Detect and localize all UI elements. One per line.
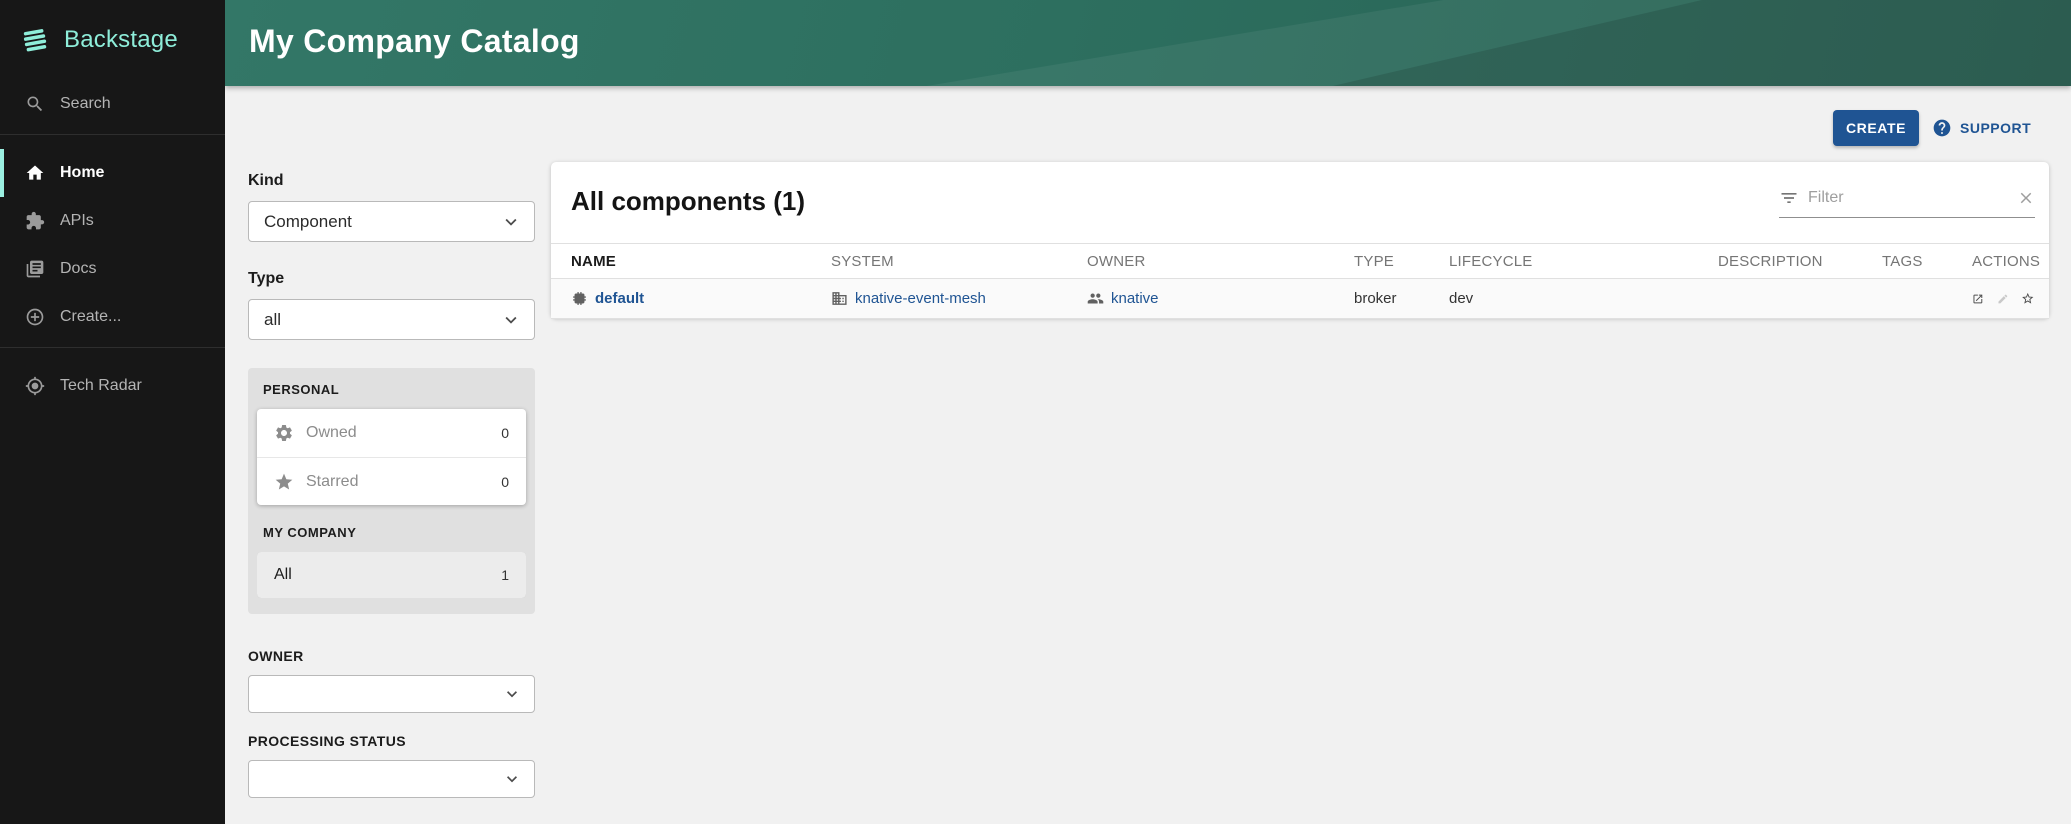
star-icon xyxy=(274,472,294,492)
column-header-type[interactable]: TYPE xyxy=(1354,244,1449,279)
star-outline-icon[interactable] xyxy=(2021,287,2035,310)
business-icon xyxy=(831,290,848,307)
sidebar-item-apis[interactable]: APIs xyxy=(0,197,225,245)
sidebar: Backstage Search Home APIs Docs Create..… xyxy=(0,0,225,824)
owner-filter-label: OWNER xyxy=(248,648,535,664)
owner-link[interactable]: knative xyxy=(1111,290,1159,307)
chevron-down-icon xyxy=(502,684,522,704)
sidebar-item-label: Docs xyxy=(60,260,96,278)
page-title: My Company Catalog xyxy=(225,0,2071,60)
backstage-logo-icon xyxy=(18,23,52,57)
table-row: default knative-event-mesh knative broke… xyxy=(551,279,2049,319)
backstage-logo[interactable]: Backstage xyxy=(0,0,225,80)
sidebar-item-label: Tech Radar xyxy=(60,377,142,395)
components-table: NAME SYSTEM OWNER TYPE LIFECYCLE DESCRIP… xyxy=(551,243,2049,319)
processing-status-filter-label: PROCESSING STATUS xyxy=(248,733,535,749)
tags-cell xyxy=(1882,279,1972,319)
ownership-picker: PERSONAL Owned 0 Starred 0 MY COMPANY Al… xyxy=(248,368,535,614)
help-icon xyxy=(1932,118,1952,138)
owner-select[interactable] xyxy=(248,675,535,713)
owned-count: 0 xyxy=(501,425,509,441)
filters-panel: Kind Component Type all PERSONAL Owned 0… xyxy=(248,172,535,798)
entity-name-link[interactable]: default xyxy=(595,290,644,307)
open-in-new-icon[interactable] xyxy=(1972,289,1984,309)
sidebar-item-create[interactable]: Create... xyxy=(0,293,225,341)
starred-filter-item[interactable]: Starred 0 xyxy=(257,457,526,505)
extension-icon xyxy=(25,211,45,231)
row-actions xyxy=(1972,287,2049,310)
processing-status-select[interactable] xyxy=(248,760,535,798)
company-section-title: MY COMPANY xyxy=(263,525,526,540)
radar-icon xyxy=(25,376,45,396)
chevron-down-icon xyxy=(500,309,522,331)
all-filter-item[interactable]: All 1 xyxy=(257,552,526,598)
column-header-lifecycle[interactable]: LIFECYCLE xyxy=(1449,244,1718,279)
sidebar-item-label: APIs xyxy=(60,212,94,230)
create-button[interactable]: CREATE xyxy=(1833,110,1919,146)
support-button[interactable]: SUPPORT xyxy=(1932,112,2031,144)
edit-icon[interactable] xyxy=(1997,289,2009,309)
system-link[interactable]: knative-event-mesh xyxy=(855,290,986,307)
sidebar-item-tech-radar[interactable]: Tech Radar xyxy=(0,362,225,410)
description-cell xyxy=(1718,279,1882,319)
chevron-down-icon xyxy=(502,769,522,789)
kind-select[interactable]: Component xyxy=(248,201,535,242)
personal-section-title: PERSONAL xyxy=(263,382,526,397)
column-header-tags[interactable]: TAGS xyxy=(1882,244,1972,279)
sidebar-item-label: Search xyxy=(60,95,111,113)
type-cell: broker xyxy=(1354,279,1449,319)
add-circle-icon xyxy=(25,307,45,327)
column-header-actions: ACTIONS xyxy=(1972,244,2049,279)
column-header-description[interactable]: DESCRIPTION xyxy=(1718,244,1882,279)
type-select-value: all xyxy=(264,310,500,330)
catalog-card: All components (1) NAME SYSTEM OWNER TYP… xyxy=(551,162,2049,318)
sidebar-divider xyxy=(0,134,225,135)
home-icon xyxy=(25,163,45,183)
all-count: 1 xyxy=(501,567,509,583)
sidebar-item-search[interactable]: Search xyxy=(0,80,225,128)
sidebar-item-docs[interactable]: Docs xyxy=(0,245,225,293)
search-icon xyxy=(25,94,45,114)
column-header-system[interactable]: SYSTEM xyxy=(831,244,1087,279)
settings-icon xyxy=(274,423,294,443)
sidebar-item-label: Create... xyxy=(60,308,121,326)
sidebar-divider xyxy=(0,347,225,348)
starred-count: 0 xyxy=(501,474,509,490)
all-filter-label: All xyxy=(274,566,501,584)
type-select[interactable]: all xyxy=(248,299,535,340)
sidebar-item-home[interactable]: Home xyxy=(0,149,225,197)
table-filter xyxy=(1779,188,2035,218)
column-header-name[interactable]: NAME xyxy=(551,244,831,279)
support-label: SUPPORT xyxy=(1960,120,2031,136)
chevron-down-icon xyxy=(500,211,522,233)
filter-list-icon xyxy=(1779,188,1799,208)
kind-filter-label: Kind xyxy=(248,172,535,190)
docs-icon xyxy=(25,259,45,279)
table-title: All components (1) xyxy=(571,186,805,217)
owned-filter-item[interactable]: Owned 0 xyxy=(257,409,526,457)
group-icon xyxy=(1087,290,1104,307)
sidebar-item-label: Home xyxy=(60,164,104,182)
logo-text: Backstage xyxy=(64,26,178,54)
memory-chip-icon xyxy=(571,290,588,307)
page-header: My Company Catalog xyxy=(225,0,2071,86)
kind-select-value: Component xyxy=(264,212,500,232)
starred-filter-label: Starred xyxy=(306,473,489,491)
owned-filter-label: Owned xyxy=(306,424,489,442)
table-header-row: NAME SYSTEM OWNER TYPE LIFECYCLE DESCRIP… xyxy=(551,244,2049,279)
table-filter-input[interactable] xyxy=(1808,189,2008,207)
clear-filter-icon[interactable] xyxy=(2017,189,2035,207)
column-header-owner[interactable]: OWNER xyxy=(1087,244,1354,279)
lifecycle-cell: dev xyxy=(1449,279,1718,319)
type-filter-label: Type xyxy=(248,270,535,288)
